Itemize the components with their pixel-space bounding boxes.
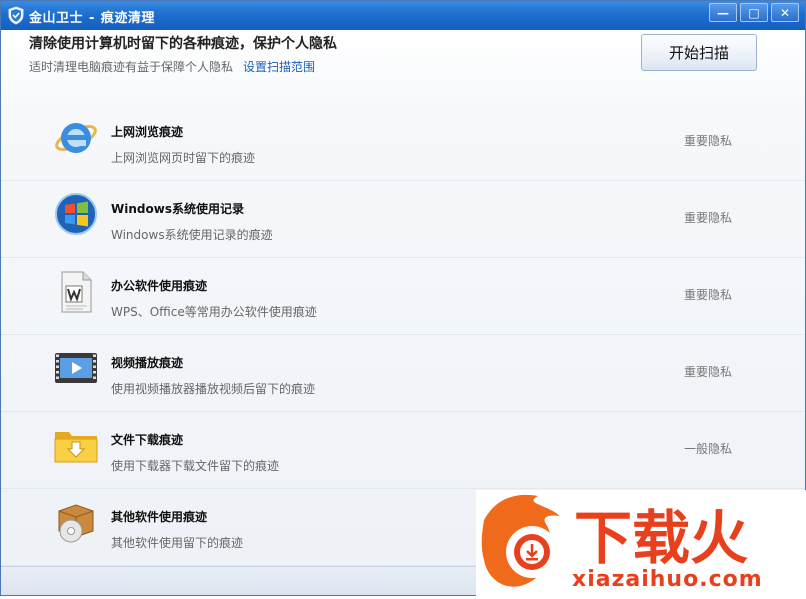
privacy-level-label: 重要隐私 [684, 288, 733, 302]
list-item-windows[interactable]: Windows系统使用记录 Windows系统使用记录的痕迹 重要隐私 [1, 181, 805, 258]
subline-text: 适时清理电脑痕迹有益于保障个人隐私 [29, 60, 234, 74]
item-description: WPS、Office等常用办公软件使用痕迹 [111, 305, 317, 319]
privacy-level-label: 重要隐私 [684, 365, 733, 379]
title-separator: - [89, 11, 95, 26]
watermark-logo-text: 下载火 [574, 504, 748, 572]
item-description: Windows系统使用记录的痕迹 [111, 228, 273, 242]
maximize-icon: □ [748, 5, 760, 20]
title-bar[interactable]: 金山卫士 - 痕迹清理 — □ ✕ [1, 1, 805, 30]
video-film-icon [55, 353, 97, 383]
close-icon: ✕ [779, 5, 791, 20]
item-title: 视频播放痕迹 [111, 356, 184, 370]
privacy-level-label: 重要隐私 [684, 211, 733, 225]
watermark-site: xiazaihuo.com [572, 567, 763, 592]
privacy-level-label: 重要隐私 [684, 134, 733, 148]
item-title: Windows系统使用记录 [111, 202, 244, 216]
list-item-office[interactable]: 办公软件使用痕迹 WPS、Office等常用办公软件使用痕迹 重要隐私 [1, 258, 805, 335]
minimize-button[interactable]: — [709, 3, 737, 22]
shield-icon [8, 6, 24, 25]
window-title-text: 痕迹清理 [100, 11, 155, 26]
item-title: 上网浏览痕迹 [111, 125, 184, 139]
list-item-browser[interactable]: 上网浏览痕迹 上网浏览网页时留下的痕迹 重要隐私 [1, 104, 805, 181]
page-subline: 适时清理电脑痕迹有益于保障个人隐私 设置扫描范围 [29, 58, 315, 75]
item-description: 上网浏览网页时留下的痕迹 [111, 151, 256, 165]
download-folder-icon [54, 432, 98, 463]
scan-range-link[interactable]: 设置扫描范围 [243, 60, 315, 74]
ie-browser-icon [55, 123, 97, 153]
item-title: 其他软件使用痕迹 [111, 510, 208, 524]
watermark: 下载火 xiazaihuo.com [476, 490, 806, 596]
window-controls: — □ ✕ [709, 3, 799, 24]
app-name: 金山卫士 [29, 11, 84, 26]
close-button[interactable]: ✕ [771, 3, 799, 22]
minimize-icon: — [717, 5, 729, 20]
privacy-level-label: 一般隐私 [684, 442, 733, 456]
list-item-video[interactable]: 视频播放痕迹 使用视频播放器播放视频后留下的痕迹 重要隐私 [1, 335, 805, 412]
start-scan-button[interactable]: 开始扫描 [641, 34, 757, 71]
item-description: 使用下载器下载文件留下的痕迹 [111, 459, 280, 473]
item-title: 文件下载痕迹 [111, 433, 184, 447]
office-document-icon [61, 271, 92, 313]
item-title: 办公软件使用痕迹 [111, 279, 208, 293]
software-box-icon [58, 504, 94, 543]
item-description: 其他软件使用留下的痕迹 [111, 536, 244, 550]
window-title: 金山卫士 - 痕迹清理 [29, 7, 155, 26]
windows-logo-icon [55, 193, 97, 235]
maximize-button[interactable]: □ [740, 3, 768, 22]
item-description: 使用视频播放器播放视频后留下的痕迹 [111, 382, 316, 396]
list-item-download[interactable]: 文件下载痕迹 使用下载器下载文件留下的痕迹 一般隐私 [1, 412, 805, 489]
page-headline: 清除使用计算机时留下的各种痕迹，保护个人隐私 [29, 36, 337, 52]
